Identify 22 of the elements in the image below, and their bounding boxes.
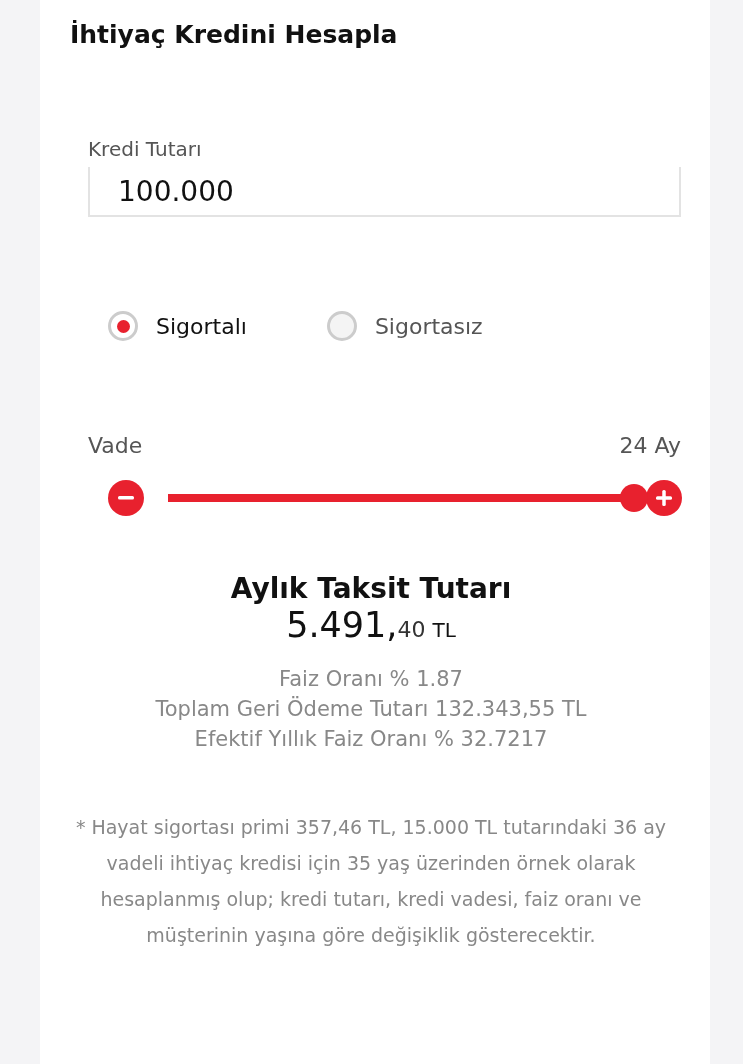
radio-button[interactable] — [108, 311, 138, 341]
slider-thumb[interactable] — [620, 484, 648, 512]
term-label: Vade — [88, 433, 143, 458]
result-title: Aylık Taksit Tutarı — [229, 572, 513, 605]
term-reading: 24 Ay — [619, 433, 681, 458]
footnote: * Hayat sigortası primi 357,46 TL, 15.000 TL tutarındaki 36 ay vadeli ihtiyaç kredisi için 35 yaş üzerinden örnek olarak hesaplanmış olup; kredi tutarı, kredi vadesi, faiz oranı ve müşterinin yaşına göre değişiklik gösterecektir. — [74, 815, 668, 948]
radio-label: Sigortasız — [374, 313, 483, 339]
minus-icon — [118, 496, 134, 500]
minus-button[interactable] — [108, 480, 144, 516]
radio-button[interactable] — [326, 311, 357, 341]
field-label: Kredi Tutarı — [88, 137, 203, 161]
plus-button[interactable] — [646, 480, 682, 516]
radio-label: Sigortalı — [156, 313, 247, 339]
amount-whole: 5.491, — [286, 605, 398, 645]
detail-text: Toplam Geri Ödeme Tutarı 132.343,55 TL — [155, 697, 587, 721]
detail-text: Efektif Yıllık Faiz Oranı % 32.7217 — [194, 727, 548, 751]
amount-fraction: 40 — [397, 617, 426, 642]
plus-icon — [656, 490, 672, 506]
page-title: İhtiyaç Kredini Hesapla — [70, 20, 399, 49]
amount-field[interactable]: 100.000 — [88, 167, 681, 217]
detail-text: Faiz Oranı % 1.87 — [279, 667, 463, 691]
currency: TL — [432, 618, 456, 642]
